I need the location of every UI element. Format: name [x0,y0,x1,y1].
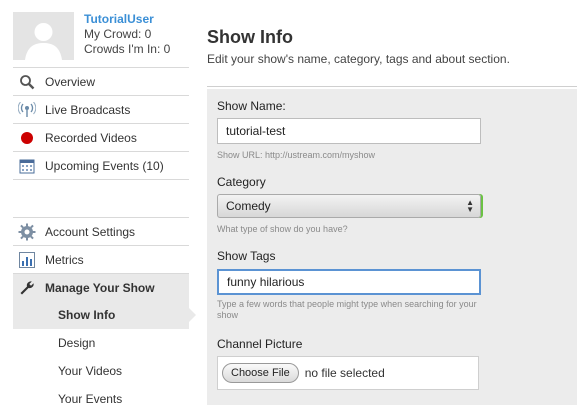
nav-label: Upcoming Events (10) [45,158,164,173]
profile-info: TutorialUser My Crowd: 0 Crowds I'm In: … [84,12,170,57]
my-crowd-count: My Crowd: 0 [84,27,152,41]
nav-item-manage-your-show[interactable]: Manage Your Show [13,273,189,301]
calendar-icon [18,157,36,175]
nav-sub-your-events[interactable]: Your Events [13,385,189,405]
category-label: Category [217,175,266,189]
choose-file-button[interactable]: Choose File [222,363,299,383]
up-down-arrows-icon: ▲ ▼ [466,198,474,214]
page-subtitle: Edit your show's name, category, tags an… [207,52,510,66]
default-user-icon [13,12,74,60]
nav-item-live-broadcasts[interactable]: Live Broadcasts [13,95,189,123]
nav-label: Metrics [45,252,84,267]
nav-item-upcoming-events[interactable]: Upcoming Events (10) [13,151,189,179]
nav-label: Your Events [58,392,123,405]
nav-label: Recorded Videos [45,130,137,145]
nav-top: Overview Live Broadcasts Recorded Videos… [13,67,189,180]
nav-bottom: Account Settings Metrics Manage Your Sho… [13,217,196,405]
divider [207,86,577,87]
nav-sub-your-videos[interactable]: Your Videos [13,357,189,385]
nav-item-account-settings[interactable]: Account Settings [13,217,189,245]
page-title: Show Info [207,27,293,47]
nav-label: Your Videos [58,364,123,378]
channel-picture-file-input: Choose File no file selected [217,356,479,390]
bar-chart-icon [18,251,36,269]
nav-sub-design[interactable]: Design [13,329,189,357]
crowds-in-count: Crowds I'm In: 0 [84,42,171,56]
show-tags-label: Show Tags [217,249,276,263]
wrench-icon [18,279,36,297]
no-file-text: no file selected [304,366,385,380]
nav-label: Account Settings [45,224,136,239]
category-hint: What type of show do you have? [217,224,348,234]
category-select[interactable]: Comedy ▲ ▼ [217,194,481,218]
show-tags-hint: Type a few words that people might type … [217,299,477,320]
sidebar: TutorialUser My Crowd: 0 Crowds I'm In: … [0,0,196,405]
nav-item-metrics[interactable]: Metrics [13,245,189,273]
nav-divider [13,179,189,180]
show-name-input[interactable] [217,118,481,144]
nav-item-recorded-videos[interactable]: Recorded Videos [13,123,189,151]
nav-label: Overview [45,74,96,89]
record-icon [18,129,36,147]
show-info-form: Show Name: Show URL: http://ustream.com/… [207,89,577,405]
profile-card: TutorialUser My Crowd: 0 Crowds I'm In: … [13,12,189,60]
show-name-label: Show Name: [217,99,286,113]
nav-sub-show-info[interactable]: Show Info [13,301,196,329]
magnifier-icon [18,73,36,91]
avatar[interactable] [13,12,74,60]
show-tags-input[interactable] [217,269,481,295]
username-link[interactable]: TutorialUser [84,12,170,27]
broadcast-icon [18,101,36,119]
nav-label: Live Broadcasts [45,102,131,117]
nav-label: Manage Your Show [45,280,155,295]
main-content: Show Info Edit your show's name, categor… [207,0,577,405]
channel-picture-label: Channel Picture [217,337,303,351]
category-selected-value: Comedy [226,199,271,213]
nav-item-overview[interactable]: Overview [13,67,189,95]
nav-label: Show Info [58,308,116,322]
nav-label: Design [58,336,96,350]
show-url-text: Show URL: http://ustream.com/myshow [217,150,376,160]
gear-icon [18,223,36,241]
